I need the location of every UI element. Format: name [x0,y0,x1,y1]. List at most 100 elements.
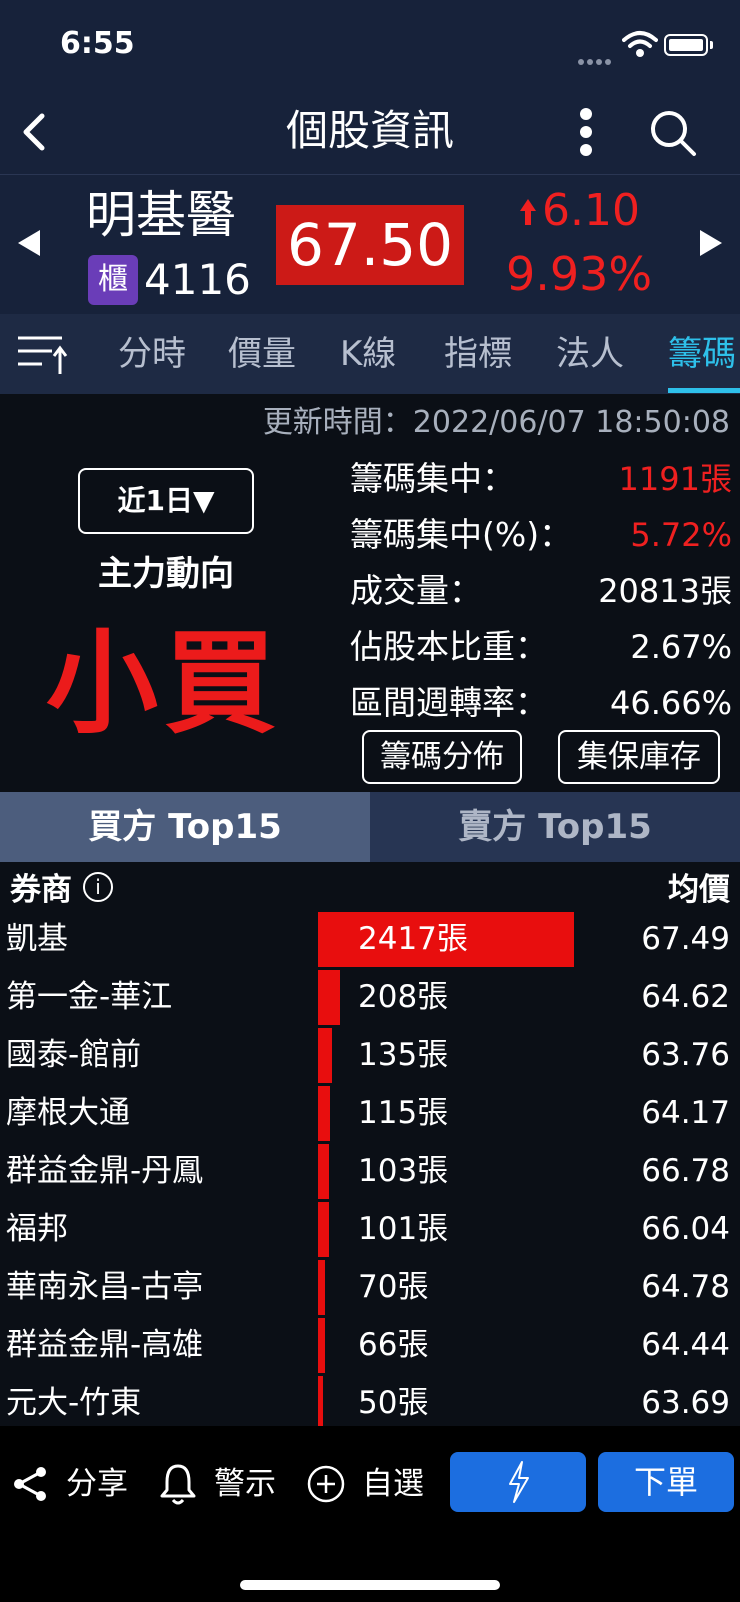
share-icon[interactable] [10,1464,50,1504]
next-stock-button[interactable] [700,230,722,256]
volume-value: 103張 [358,1153,449,1189]
avg-price: 66.78 [641,1153,730,1189]
volume-bar [318,1202,329,1257]
stat-label-concentration-pct: 籌碼集中(%)： [350,515,573,554]
price-change-percent: 9.93% [506,247,653,301]
search-icon[interactable] [648,108,698,158]
more-menu-icon[interactable] [572,104,600,160]
nav-header: 個股資訊 [0,90,740,174]
price-change: 6.10 [542,185,640,236]
share-label[interactable]: 分享 [66,1458,128,1510]
broker-row[interactable]: 元大-竹東 50張 63.69 [0,1374,740,1426]
tab-k-line[interactable]: K線 [340,314,396,394]
bell-icon[interactable] [158,1462,198,1506]
broker-row[interactable]: 福邦 101張 66.04 [0,1200,740,1259]
clock: 6:55 [60,26,135,61]
buy-top15-tab[interactable]: 買方 Top15 [0,792,370,862]
lightning-icon [509,1461,529,1503]
stat-label-volume: 成交量： [350,571,482,610]
stat-value-share-ratio: 2.67% [630,628,732,666]
volume-value: 208張 [358,979,449,1015]
avg-price: 64.62 [641,979,730,1015]
alert-label[interactable]: 警示 [214,1458,276,1510]
quick-order-button[interactable] [450,1452,586,1512]
stat-value-turnover: 46.66% [609,684,732,722]
broker-name: 國泰-館前 [6,1037,142,1073]
wifi-icon [622,31,658,57]
bottom-action-bar: 分享 警示 自選 下單 [0,1426,740,1602]
tab-price-volume[interactable]: 價量 [228,314,296,394]
add-circle-icon[interactable] [306,1464,346,1504]
period-dropdown[interactable]: 近1日▼ [78,468,254,534]
broker-row[interactable]: 群益金鼎-丹鳳 103張 66.78 [0,1142,740,1201]
volume-value: 66張 [358,1327,429,1363]
status-bar: 6:55 [0,0,740,90]
volume-bar [318,1086,330,1141]
sell-top15-tab[interactable]: 賣方 Top15 [370,792,740,862]
volume-value: 135張 [358,1037,449,1073]
volume-value: 2417張 [358,921,468,957]
stock-price: 67.50 [276,205,464,285]
tab-sort-icon[interactable] [16,334,68,376]
active-tab-indicator [668,388,740,393]
back-button[interactable] [16,110,56,154]
volume-value: 50張 [358,1385,429,1421]
volume-bar [318,1376,323,1426]
column-header-broker: 券商 [10,872,72,908]
avg-price: 63.69 [641,1385,730,1421]
broker-name: 凱基 [6,921,68,957]
broker-row[interactable]: 華南永昌-古亭 70張 64.78 [0,1258,740,1317]
avg-price: 64.78 [641,1269,730,1305]
previous-stock-button[interactable] [18,230,40,256]
volume-bar [318,1318,325,1373]
avg-price: 63.76 [641,1037,730,1073]
volume-bar [318,970,340,1025]
info-icon[interactable]: i [83,872,113,902]
avg-price: 67.49 [641,921,730,957]
stat-label-turnover: 區間週轉率： [350,683,548,722]
watchlist-label[interactable]: 自選 [362,1458,424,1510]
cellular-signal-icon [578,50,614,65]
broker-name: 元大-竹東 [6,1385,142,1421]
battery-icon [664,34,708,56]
broker-name: 福邦 [6,1211,68,1247]
avg-price: 64.44 [641,1327,730,1363]
stock-header: 明基醫 櫃 4116 67.50 6.10 9.93% [0,174,740,315]
stock-code: 4116 [144,255,251,304]
broker-row[interactable]: 凱基 2417張 67.49 [0,910,740,969]
avg-price: 66.04 [641,1211,730,1247]
avg-price: 64.17 [641,1095,730,1131]
broker-name: 群益金鼎-高雄 [6,1327,204,1363]
volume-bar [318,1260,325,1315]
stat-value-concentration: 1191張 [618,460,732,498]
broker-name: 第一金-華江 [6,979,173,1015]
volume-bar [318,1028,332,1083]
home-indicator [240,1580,500,1590]
tab-bar: 分時 價量 K線 指標 法人 籌碼 [0,314,740,394]
tab-indicators[interactable]: 指標 [444,314,512,394]
broker-row[interactable]: 第一金-華江 208張 64.62 [0,968,740,1027]
stat-label-concentration: 籌碼集中： [350,459,515,498]
broker-row[interactable]: 摩根大通 115張 64.17 [0,1084,740,1143]
broker-name: 群益金鼎-丹鳳 [6,1153,204,1189]
broker-row[interactable]: 群益金鼎-高雄 66張 64.44 [0,1316,740,1375]
broker-list: 凱基 2417張 67.49 第一金-華江 208張 64.62 國泰-館前 1… [0,910,740,1426]
chip-distribution-button[interactable]: 籌碼分佈 [362,730,522,784]
volume-bar [318,1144,329,1199]
place-order-button[interactable]: 下單 [598,1452,734,1512]
stat-value-concentration-pct: 5.72% [630,516,732,554]
tab-chips[interactable]: 籌碼 [668,314,736,394]
up-arrow-icon [520,199,536,225]
broker-name: 華南永昌-古亭 [6,1269,204,1305]
tab-time-sharing[interactable]: 分時 [118,314,186,394]
volume-value: 101張 [358,1211,449,1247]
tab-institutional[interactable]: 法人 [556,314,624,394]
main-force-label: 主力動向 [98,554,234,594]
column-header-avg-price: 均價 [668,872,730,908]
stock-name: 明基醫 [86,186,236,244]
page-title: 個股資訊 [285,106,454,155]
update-time: 更新時間：2022/06/07 18:50:08 [262,405,730,440]
custody-inventory-button[interactable]: 集保庫存 [558,730,720,784]
main-force-value: 小買 [46,619,282,749]
broker-row[interactable]: 國泰-館前 135張 63.76 [0,1026,740,1085]
